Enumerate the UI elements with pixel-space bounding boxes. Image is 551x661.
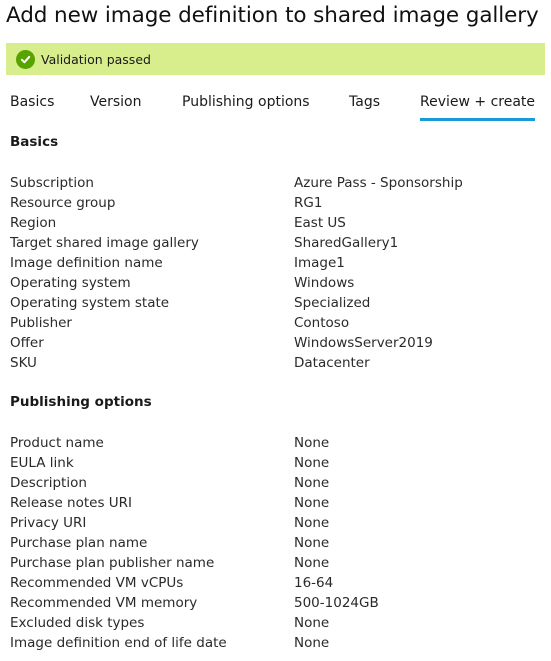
summary-row: Offer WindowsServer2019: [10, 333, 540, 353]
page-title: Add new image definition to shared image…: [6, 3, 539, 28]
row-label: Target shared image gallery: [10, 235, 199, 251]
row-value: Specialized: [294, 295, 371, 311]
summary-row: Purchase plan publisher name None: [10, 553, 540, 573]
summary-row: Resource group RG1: [10, 193, 540, 213]
row-value: Contoso: [294, 315, 350, 331]
tab-publishing-options[interactable]: Publishing options: [182, 94, 310, 110]
row-label: Subscription: [10, 175, 94, 191]
row-label: Privacy URI: [10, 515, 87, 531]
row-label: Recommended VM vCPUs: [10, 575, 184, 591]
row-value: Image1: [294, 255, 345, 271]
row-value: Datacenter: [294, 355, 370, 371]
row-label: Excluded disk types: [10, 615, 145, 631]
summary-row: Product name None: [10, 433, 540, 453]
summary-row: EULA link None: [10, 453, 540, 473]
row-label: Publisher: [10, 315, 72, 331]
summary-row: Image definition end of life date None: [10, 633, 540, 653]
section-title-publishing-options: Publishing options: [10, 394, 152, 410]
tab-review-create[interactable]: Review + create: [420, 94, 536, 121]
summary-row: Subscription Azure Pass - Sponsorship: [10, 173, 540, 193]
row-value: East US: [294, 215, 346, 231]
summary-row: Target shared image gallery SharedGallery…: [10, 233, 540, 253]
row-label: Operating system: [10, 275, 131, 291]
row-label: Purchase plan name: [10, 535, 148, 551]
row-label: Resource group: [10, 195, 116, 211]
summary-row: Publisher Contoso: [10, 313, 540, 333]
row-value: None: [294, 475, 330, 491]
publishing-summary: Product name None EULA link None Description…: [10, 433, 540, 653]
section-title-basics: Basics: [10, 134, 59, 150]
summary-row: Region East US: [10, 213, 540, 233]
summary-row: Recommended VM vCPUs 16-64: [10, 573, 540, 593]
row-value: None: [294, 515, 330, 531]
row-label: SKU: [10, 355, 37, 371]
row-label: Image definition name: [10, 255, 163, 271]
row-value: RG1: [294, 195, 323, 211]
summary-row: Purchase plan name None: [10, 533, 540, 553]
row-value: None: [294, 455, 330, 471]
tab-bar: Basics Version Publishing options Tags R…: [10, 94, 550, 122]
row-value: 16-64: [294, 575, 334, 591]
row-value: Windows: [294, 275, 355, 291]
row-value: None: [294, 555, 330, 571]
summary-row: Operating system state Specialized: [10, 293, 540, 313]
row-label: Description: [10, 475, 87, 491]
check-circle-icon: [16, 49, 35, 69]
row-value: None: [294, 635, 330, 651]
summary-row: Image definition name Image1: [10, 253, 540, 273]
row-value: 500-1024GB: [294, 595, 379, 611]
tab-basics[interactable]: Basics: [10, 94, 54, 110]
summary-row: Excluded disk types None: [10, 613, 540, 633]
row-value: None: [294, 535, 330, 551]
summary-row: Description None: [10, 473, 540, 493]
row-value: WindowsServer2019: [294, 335, 433, 351]
summary-row: Operating system Windows: [10, 273, 540, 293]
validation-banner: Validation passed: [6, 43, 545, 75]
summary-row: Release notes URI None: [10, 493, 540, 513]
row-label: Product name: [10, 435, 104, 451]
row-value: SharedGallery1: [294, 235, 399, 251]
validation-message: Validation passed: [41, 51, 151, 67]
row-label: Recommended VM memory: [10, 595, 198, 611]
row-value: Azure Pass - Sponsorship: [294, 175, 463, 191]
summary-row: SKU Datacenter: [10, 353, 540, 373]
row-label: Offer: [10, 335, 44, 351]
summary-row: Recommended VM memory 500-1024GB: [10, 593, 540, 613]
row-label: Image definition end of life date: [10, 635, 227, 651]
summary-row: Privacy URI None: [10, 513, 540, 533]
row-value: None: [294, 615, 330, 631]
tab-tags[interactable]: Tags: [349, 94, 380, 110]
row-label: Region: [10, 215, 57, 231]
row-label: Release notes URI: [10, 495, 133, 511]
row-value: None: [294, 495, 330, 511]
row-value: None: [294, 435, 330, 451]
basics-summary: Subscription Azure Pass - Sponsorship Reso…: [10, 173, 540, 373]
row-label: EULA link: [10, 455, 74, 471]
tab-version[interactable]: Version: [90, 94, 141, 110]
row-label: Operating system state: [10, 295, 170, 311]
row-label: Purchase plan publisher name: [10, 555, 215, 571]
